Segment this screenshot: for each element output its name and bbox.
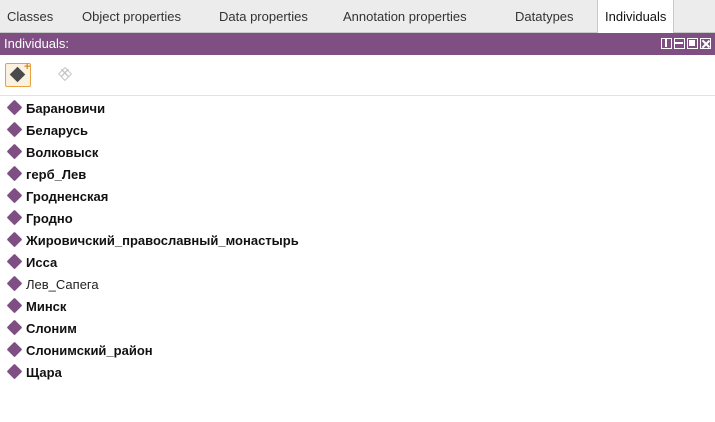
list-item[interactable]: Минск [0, 296, 715, 318]
individuals-toolbar: + ✕ [0, 55, 715, 96]
individual-label: Исса [26, 255, 58, 270]
individual-label: Беларусь [26, 123, 88, 138]
add-individual-icon [9, 66, 26, 83]
individual-label: Жировичский_православный_монастырь [26, 233, 299, 248]
individuals-list: Барановичи Беларусь Волковыск герб_Лев Гродн… [0, 98, 715, 384]
individual-diamond-icon [6, 231, 23, 248]
individual-label: Щара [26, 365, 62, 380]
tab-annotation-properties[interactable]: Annotation properties [336, 0, 474, 33]
list-item[interactable]: Барановичи [0, 98, 715, 120]
individual-diamond-icon [6, 209, 23, 226]
individual-label: Гродно [26, 211, 73, 226]
individual-diamond-icon [6, 363, 23, 380]
add-individual-button[interactable]: + [5, 61, 31, 87]
tab-individuals[interactable]: Individuals [597, 0, 675, 34]
individual-label: Барановичи [26, 101, 106, 116]
list-item[interactable]: Слонимский_район [0, 340, 715, 362]
horizontal-split-icon[interactable] [674, 38, 685, 49]
list-item[interactable]: Гродненская [0, 186, 715, 208]
tab-classes[interactable]: Classes [0, 0, 60, 33]
tab-datatypes[interactable]: Datatypes [508, 0, 581, 33]
individual-diamond-icon [6, 99, 23, 116]
individual-label: Слонимский_район [26, 343, 153, 358]
individual-label: Слоним [26, 321, 77, 336]
individual-diamond-icon [6, 341, 23, 358]
individual-diamond-icon [6, 319, 23, 336]
list-item[interactable]: Волковыск [0, 142, 715, 164]
close-view-icon[interactable] [700, 38, 711, 49]
ontology-tab-bar: Classes Object properties Data propertie… [0, 0, 715, 34]
individual-diamond-icon [6, 143, 23, 160]
split-view-icon[interactable] [661, 38, 672, 49]
individual-label: Минск [26, 299, 67, 314]
list-item[interactable]: Беларусь [0, 120, 715, 142]
float-view-icon[interactable] [687, 38, 698, 49]
individuals-view-header: Individuals: [0, 33, 715, 55]
list-item[interactable]: Исса [0, 252, 715, 274]
list-item[interactable]: Щара [0, 362, 715, 384]
plus-icon: + [24, 61, 31, 73]
list-item[interactable]: Лев_Сапега [0, 274, 715, 296]
list-item[interactable]: Жировичский_православный_монастырь [0, 230, 715, 252]
individual-diamond-icon [6, 187, 23, 204]
individual-diamond-icon [6, 297, 23, 314]
individual-diamond-icon [6, 253, 23, 270]
individual-label: Волковыск [26, 145, 99, 160]
individual-diamond-icon [6, 121, 23, 138]
list-item[interactable]: герб_Лев [0, 164, 715, 186]
tab-object-properties[interactable]: Object properties [75, 0, 188, 33]
individual-label: Лев_Сапега [26, 277, 99, 292]
individual-label: Гродненская [26, 189, 109, 204]
individual-label: герб_Лев [26, 167, 87, 182]
delete-individual-button[interactable]: ✕ [53, 63, 79, 87]
individual-diamond-icon [6, 165, 23, 182]
list-item[interactable]: Гродно [0, 208, 715, 230]
list-item[interactable]: Слоним [0, 318, 715, 340]
individual-diamond-icon [6, 275, 23, 292]
tab-data-properties[interactable]: Data properties [212, 0, 315, 33]
cross-icon: ✕ [59, 65, 71, 81]
view-controls [661, 38, 711, 50]
view-title: Individuals: [4, 36, 70, 51]
